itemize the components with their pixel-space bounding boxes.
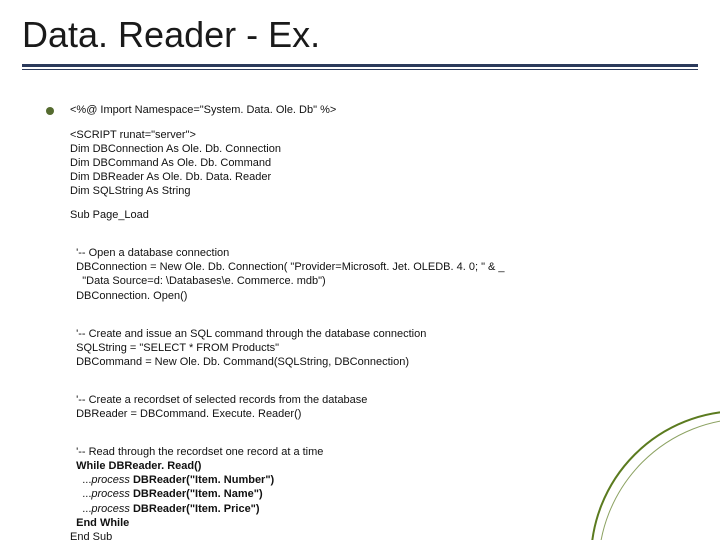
spacer: [46, 369, 660, 379]
code-block-2: Sub Page_Load: [70, 208, 660, 222]
reader-call: DBReader("Item. Number"): [133, 474, 274, 486]
slide-title: Data. Reader - Ex.: [22, 14, 698, 56]
ellipsis: ...: [70, 474, 91, 486]
code-line: SQLString = "SELECT * FROM Products": [70, 342, 279, 354]
code-line: '-- Create and issue an SQL command thro…: [70, 328, 426, 340]
code-line: "Data Source=d: \Databases\e. Commerce. …: [70, 275, 326, 287]
title-rule-thin: [22, 69, 698, 70]
code-block-1: <SCRIPT runat="server"> Dim DBConnection…: [70, 128, 660, 198]
code-block-4: '-- Create and issue an SQL command thro…: [70, 313, 660, 369]
slide-body: <%@ Import Namespace="System. Data. Ole.…: [46, 104, 660, 540]
code-line: DBReader = DBCommand. Execute. Reader(): [70, 408, 301, 420]
code-block-5: '-- Create a recordset of selected recor…: [70, 379, 660, 421]
process-word: process: [91, 474, 133, 486]
reader-call: DBReader("Item. Price"): [133, 503, 260, 515]
spacer: [46, 198, 660, 208]
process-word: process: [91, 503, 133, 515]
code-block-7: End Sub: [70, 530, 660, 540]
ellipsis: ...: [70, 503, 91, 515]
code-process-3: ...process DBReader("Item. Price"): [70, 503, 260, 515]
slide: Data. Reader - Ex. <%@ Import Namespace=…: [0, 0, 720, 540]
code-line: DBConnection = New Ole. Db. Connection( …: [70, 261, 505, 273]
title-rule-thick: [22, 64, 698, 67]
title-area: Data. Reader - Ex.: [22, 14, 698, 70]
bullet-1-text: <%@ Import Namespace="System. Data. Ole.…: [70, 104, 336, 118]
code-endwhile: End While: [70, 517, 129, 529]
spacer: [46, 222, 660, 232]
code-line: DBConnection. Open(): [70, 290, 187, 302]
code-process-2: ...process DBReader("Item. Name"): [70, 488, 263, 500]
code-line: DBCommand = New Ole. Db. Command(SQLStri…: [70, 356, 409, 368]
code-line: '-- Read through the recordset one recor…: [70, 446, 323, 458]
code-line: '-- Open a database connection: [70, 247, 229, 259]
code-block-6: '-- Read through the recordset one recor…: [70, 431, 660, 530]
reader-call: DBReader("Item. Name"): [133, 488, 263, 500]
bullet-1: <%@ Import Namespace="System. Data. Ole.…: [46, 104, 660, 118]
bullet-icon: [46, 107, 54, 115]
code-while: While DBReader. Read(): [70, 460, 201, 472]
code-block-3: '-- Open a database connection DBConnect…: [70, 232, 660, 302]
ellipsis: ...: [70, 488, 91, 500]
code-process-1: ...process DBReader("Item. Number"): [70, 474, 274, 486]
process-word: process: [91, 488, 133, 500]
code-line: '-- Create a recordset of selected recor…: [70, 394, 367, 406]
spacer: [46, 303, 660, 313]
spacer: [46, 421, 660, 431]
